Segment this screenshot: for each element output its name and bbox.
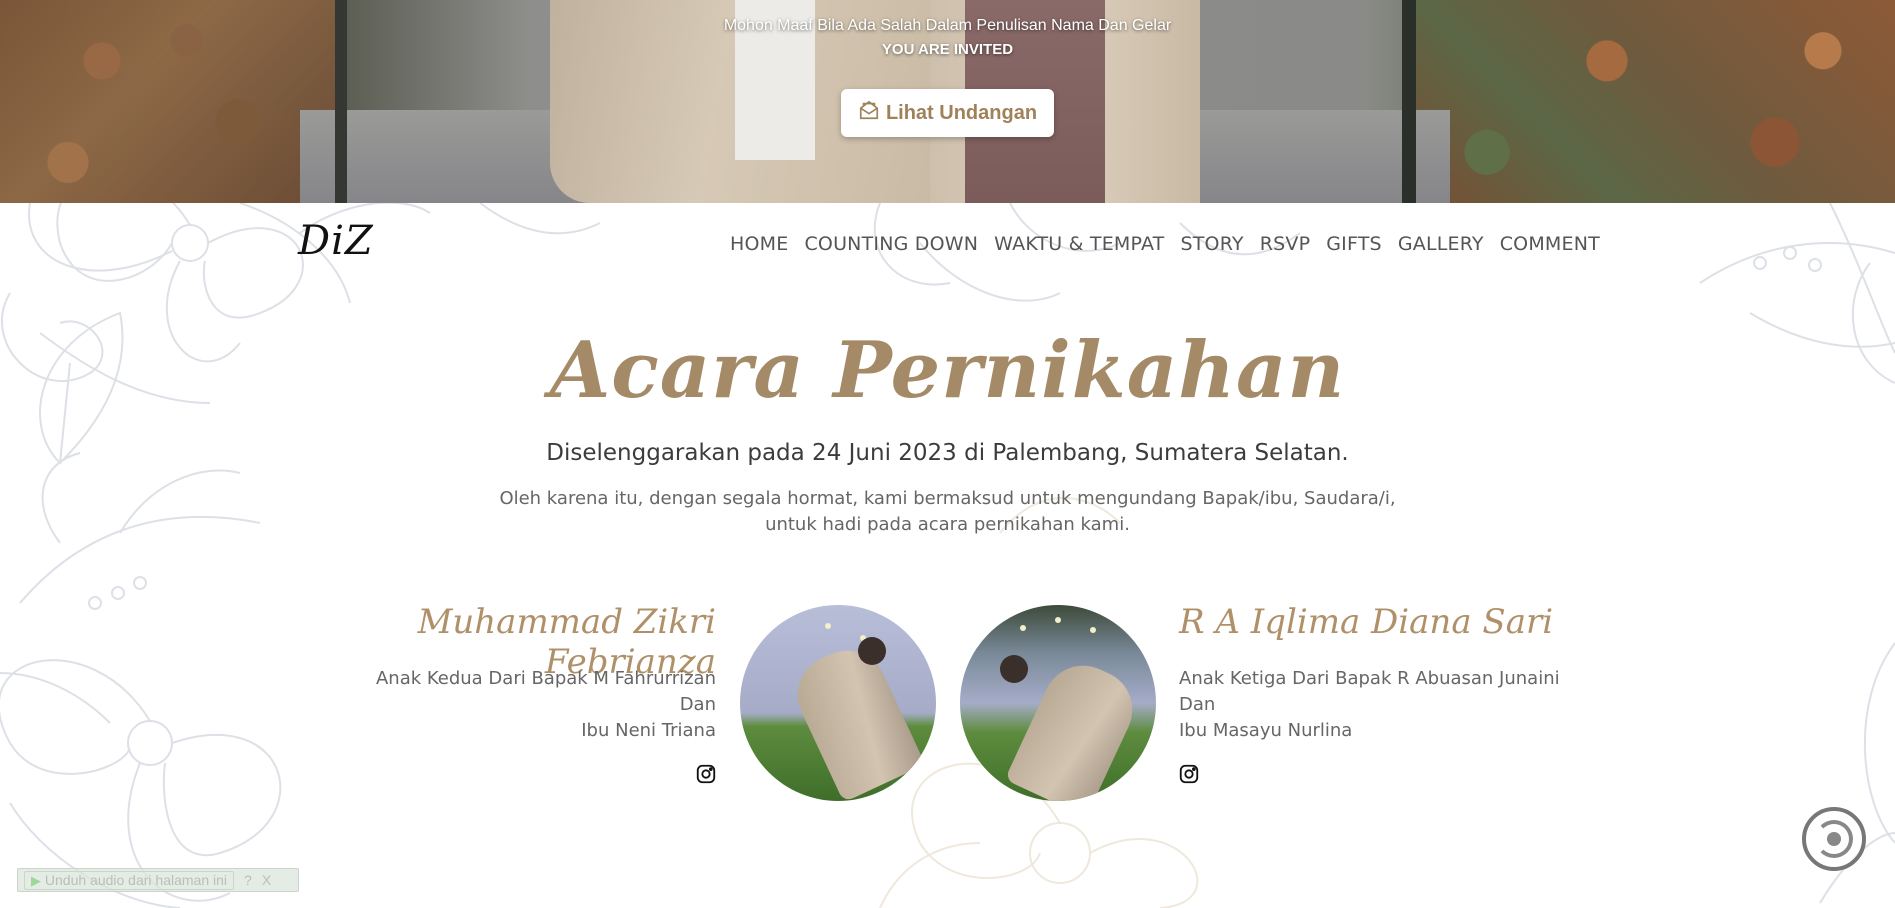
groom-parents-line1: Anak Kedua Dari Bapak M Fahrurrizan [375,668,716,689]
groom-parents-line2: Dan [679,694,716,715]
event-intro: Oleh karena itu, dengan segala hormat, k… [497,486,1398,538]
nav-counting-down[interactable]: COUNTING DOWN [804,233,978,255]
nav-gifts[interactable]: GIFTS [1326,233,1382,255]
groom-photo [740,605,936,801]
event-subtitle: Diselenggarakan pada 24 Juni 2023 di Pal… [546,440,1349,466]
event-intro-line2: untuk hadi pada acara pernikahan kami. [765,514,1130,535]
nav-rsvp[interactable]: RSVP [1260,233,1311,255]
hero-text: Mohon Maaf Bila Ada Salah Dalam Penulisa… [0,14,1895,62]
bride-instagram-icon[interactable] [1178,763,1200,785]
bride-name: R A Iqlima Diana Sari [1179,602,1554,642]
hero-banner: Mohon Maaf Bila Ada Salah Dalam Penulisa… [0,0,1895,203]
audio-download-bar: ▶ Unduh audio dari halaman ini ? X [17,868,299,892]
bride-photo [960,605,1156,801]
close-button[interactable]: X [262,872,271,888]
bride-parents: Anak Ketiga Dari Bapak R Abuasan Junaini… [1179,666,1599,744]
wedding-section [0,203,1895,908]
hero-notice: Mohon Maaf Bila Ada Salah Dalam Penulisa… [723,17,1172,34]
groom-parents-line3: Ibu Neni Triana [581,720,716,741]
nav-story[interactable]: STORY [1180,233,1243,255]
audio-download-link[interactable]: ▶ Unduh audio dari halaman ini [24,870,235,890]
envelope-open-icon [858,99,880,127]
audio-download-label: Unduh audio dari halaman ini [44,871,228,888]
site-logo[interactable]: DiZ [298,218,374,264]
bride-parents-line3: Ibu Masayu Nurlina [1179,720,1353,741]
music-disc-icon [1815,820,1853,858]
bride-parents-line2: Dan [1179,694,1216,715]
nav-gallery[interactable]: GALLERY [1398,233,1484,255]
event-title: Acara Pernikahan [549,325,1346,416]
bride-parents-line1: Anak Ketiga Dari Bapak R Abuasan Junaini [1179,668,1560,689]
nav-comment[interactable]: COMMENT [1500,233,1600,255]
hero-invited: YOU ARE INVITED [881,41,1014,58]
event-intro-line1: Oleh karena itu, dengan segala hormat, k… [499,488,1396,509]
groom-parents: Anak Kedua Dari Bapak M Fahrurrizan Dan … [300,666,716,744]
floral-background [0,203,1895,908]
music-toggle-button[interactable] [1802,807,1866,871]
main-nav: HOME COUNTING DOWN WAKTU & TEMPAT STORY … [730,233,1600,255]
open-invitation-button[interactable]: Lihat Undangan [841,89,1054,137]
groom-instagram-icon[interactable] [695,763,717,785]
open-invitation-label: Lihat Undangan [885,101,1038,124]
help-button[interactable]: ? [244,872,252,888]
nav-waktu-tempat[interactable]: WAKTU & TEMPAT [994,233,1164,255]
play-icon: ▶ [31,872,41,888]
nav-home[interactable]: HOME [730,233,788,255]
